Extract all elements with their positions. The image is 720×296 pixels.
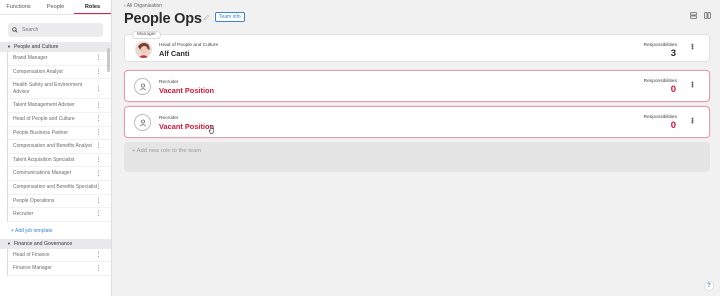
- kebab-menu-icon[interactable]: ⋮: [95, 129, 102, 136]
- view-toggle: [690, 12, 711, 19]
- search-input[interactable]: [22, 27, 102, 33]
- kebab-menu-icon[interactable]: ⋮: [95, 265, 102, 272]
- person-icon: [139, 83, 146, 90]
- role-title: Head of People and Culture: [159, 43, 219, 48]
- role-item[interactable]: Health Safety and Environment Advisor ⋮: [7, 79, 111, 100]
- avatar: [134, 78, 151, 95]
- role-item[interactable]: Head of Finance ⋮: [7, 248, 111, 263]
- role-label: Brand Manager: [13, 55, 48, 61]
- role-label: Communications Manager: [13, 170, 72, 177]
- role-label: Compensation and Benefits Specialist: [13, 183, 98, 190]
- role-list-people-and-culture: Brand Manager ⋮ Compensation Analyst ⋮ Hea…: [0, 52, 111, 222]
- kebab-menu-icon[interactable]: ⋮: [95, 197, 102, 204]
- column-view-icon[interactable]: [704, 12, 711, 19]
- manager-tag: Manager: [132, 31, 161, 39]
- pencil-icon[interactable]: [203, 14, 210, 21]
- responsibilities-count: 0: [670, 84, 676, 95]
- kebab-menu-icon[interactable]: ⋮: [95, 211, 102, 218]
- page-title: People Ops: [124, 11, 202, 27]
- role-item[interactable]: People Business Partner ⋮: [7, 126, 111, 141]
- responsibilities-count: 3: [670, 48, 676, 59]
- kebab-menu-icon[interactable]: • • •: [691, 116, 694, 127]
- role-item[interactable]: Communications Manager ⋮: [7, 167, 111, 181]
- breadcrumb[interactable]: ‹ All Organisation: [124, 3, 162, 9]
- sidebar-search[interactable]: [8, 23, 103, 37]
- main-panel: ‹ All Organisation People Ops Team info …: [112, 0, 720, 296]
- caret-down-icon: ▼: [7, 240, 11, 246]
- role-label: Talent Acquisition Specialist: [13, 156, 75, 163]
- search-icon: [12, 27, 18, 33]
- mouse-pointer-icon: [208, 125, 214, 134]
- role-label: Talent Management Adviser: [13, 102, 75, 109]
- kebab-menu-icon[interactable]: ⋮: [95, 68, 102, 75]
- role-item[interactable]: Talent Management Adviser ⋮: [7, 99, 111, 113]
- kebab-menu-icon[interactable]: ⋮: [95, 85, 102, 92]
- role-label: People Business Partner: [13, 129, 69, 136]
- role-item[interactable]: Finance Manager ⋮: [7, 262, 111, 276]
- role-item[interactable]: Compensation Analyst ⋮: [7, 65, 111, 80]
- tab-people[interactable]: People: [37, 0, 74, 14]
- breadcrumb-label: All Organisation: [126, 3, 163, 9]
- role-label: Finance Manager: [13, 265, 52, 272]
- kebab-menu-icon[interactable]: ⋮: [95, 102, 102, 109]
- list-view-icon[interactable]: [690, 12, 697, 19]
- role-item[interactable]: Brand Manager ⋮: [7, 52, 111, 66]
- group-header-finance-and-governance[interactable]: ▼ Finance and Governance: [0, 238, 111, 249]
- kebab-menu-icon[interactable]: • • •: [691, 42, 694, 53]
- kebab-menu-icon[interactable]: ⋮: [95, 55, 102, 62]
- manager-card[interactable]: Manager Head of People and Culture Alf C…: [124, 31, 710, 62]
- avatar: [134, 114, 151, 131]
- role-title: Recruiter: [159, 80, 179, 85]
- team-info-button[interactable]: Team info: [215, 12, 245, 22]
- role-item[interactable]: Compensation and Benefits Analyst ⋮: [7, 140, 111, 154]
- kebab-menu-icon[interactable]: ⋮: [95, 252, 102, 259]
- responsibilities-count: 0: [670, 120, 676, 131]
- kebab-menu-icon[interactable]: ⋮: [95, 184, 102, 191]
- role-title: Recruiter: [159, 116, 179, 121]
- group-name: Finance and Governance: [13, 240, 73, 247]
- add-new-role-button[interactable]: + Add new role to the team: [124, 142, 710, 172]
- role-label: Head of Finance: [13, 251, 50, 258]
- kebab-menu-icon[interactable]: ⋮: [95, 170, 102, 177]
- kebab-menu-icon[interactable]: ⋮: [95, 143, 102, 150]
- sidebar-scrollbar[interactable]: [107, 48, 110, 72]
- person-icon: [139, 119, 146, 126]
- tab-roles[interactable]: Roles: [74, 0, 111, 14]
- role-item[interactable]: People Operations ⋮: [7, 194, 111, 209]
- add-job-template-link[interactable]: + Add job template: [0, 222, 111, 239]
- kebab-menu-icon[interactable]: ⋮: [95, 116, 102, 123]
- role-label: Health Safety and Environment Advisor: [13, 82, 83, 95]
- group-header-people-and-culture[interactable]: ▼ People and Culture: [0, 42, 111, 52]
- kebab-menu-icon[interactable]: ⋮: [95, 157, 102, 164]
- role-label: Compensation and Benefits Analyst: [13, 143, 92, 150]
- role-item[interactable]: Compensation and Benefits Specialist ⋮: [7, 180, 111, 195]
- kebab-menu-icon[interactable]: • • •: [691, 80, 694, 91]
- role-list-finance-and-governance: Head of Finance ⋮ Finance Manager ⋮: [0, 248, 111, 276]
- role-label: Recruiter: [13, 211, 34, 218]
- vacant-position-label[interactable]: Vacant Position: [159, 122, 214, 131]
- role-item[interactable]: Head of People and Culture ⋮: [7, 112, 111, 127]
- help-button[interactable]: ?: [704, 281, 714, 291]
- caret-down-icon: ▼: [7, 44, 11, 49]
- person-name[interactable]: Alf Canti: [159, 49, 189, 58]
- role-label: Head of People and Culture: [13, 115, 75, 122]
- vacant-position-label[interactable]: Vacant Position: [159, 86, 214, 95]
- role-label: People Operations: [13, 197, 55, 204]
- group-name: People and Culture: [13, 44, 59, 50]
- role-item[interactable]: Talent Acquisition Specialist ⋮: [7, 153, 111, 168]
- role-item[interactable]: Recruiter ⋮: [7, 208, 111, 222]
- tab-functions[interactable]: Functions: [0, 0, 37, 14]
- sidebar-tabs: Functions People Roles: [0, 0, 111, 15]
- avatar: [135, 41, 152, 58]
- vacant-role-card[interactable]: Recruiter Vacant Position Responsibiliti…: [124, 70, 710, 102]
- role-label: Compensation Analyst: [13, 68, 63, 75]
- sidebar: Functions People Roles ▼ People and Cult…: [0, 0, 112, 296]
